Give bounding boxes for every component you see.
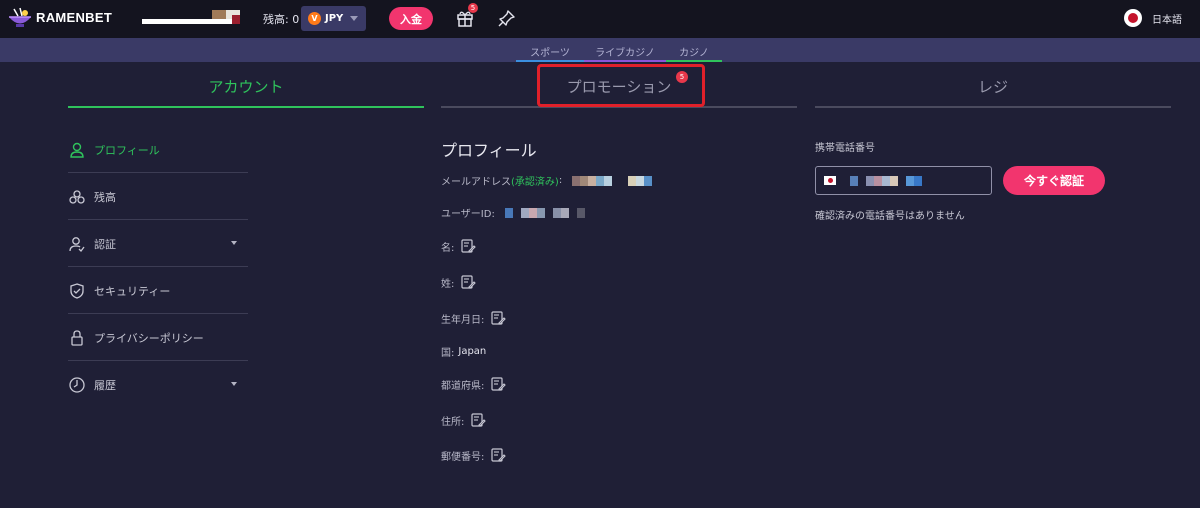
userid-label: ユーザーID:: [441, 209, 495, 220]
edit-icon[interactable]: [490, 310, 507, 326]
user-icon: [70, 142, 84, 158]
logo-text: RAMENBET: [36, 9, 113, 25]
email-redacted: [572, 175, 653, 186]
coins-icon: [69, 189, 85, 204]
prefecture-label: 都道府県:: [441, 380, 485, 392]
first-name-row: 名:: [441, 238, 477, 254]
address-label: 住所:: [441, 416, 465, 428]
category-nav: スポーツ ライブカジノ カジノ: [0, 38, 1200, 62]
sidebar-item-label: 認証: [94, 237, 116, 251]
last-name-row: 姓:: [441, 274, 477, 290]
logo[interactable]: RAMENBET: [6, 6, 112, 28]
japan-flag-icon: [824, 176, 836, 185]
history-icon: [69, 376, 85, 393]
birthdate-row: 生年月日:: [441, 310, 507, 326]
gift-badge: 5: [468, 3, 478, 13]
highlight-annotation: [537, 64, 705, 107]
phone-redacted: [850, 175, 922, 186]
lock-icon: [71, 329, 83, 346]
no-phone-message: 確認済みの電話番号はありません: [815, 211, 965, 222]
edit-icon[interactable]: [460, 238, 477, 254]
tab-account-label: アカウント: [208, 78, 284, 96]
postal-code-label: 郵便番号:: [441, 451, 485, 463]
username-redacted: [142, 10, 240, 24]
language-selector[interactable]: 日本語: [1124, 9, 1182, 27]
birthdate-label: 生年月日:: [441, 314, 485, 326]
prefecture-row: 都道府県:: [441, 376, 507, 392]
nav-casino[interactable]: カジノ: [666, 44, 722, 62]
email-row: メールアドレス (承認済み) :: [441, 173, 653, 188]
nav-sports[interactable]: スポーツ: [516, 44, 584, 62]
top-bar: RAMENBET 残高: 0 V JPY 入金 5 日本語: [0, 0, 1200, 38]
currency-selector[interactable]: V JPY: [301, 6, 366, 31]
sidebar-item-privacy-policy[interactable]: プライバシーポリシー: [68, 314, 248, 361]
edit-icon[interactable]: [490, 376, 507, 392]
sidebar-item-label: プライバシーポリシー: [94, 331, 204, 345]
sidebar-item-profile[interactable]: プロフィール: [68, 126, 248, 173]
japan-flag-icon: [1124, 9, 1142, 27]
tab-account[interactable]: アカウント: [68, 74, 424, 108]
sidebar-item-label: セキュリティー: [94, 284, 171, 298]
deposit-button[interactable]: 入金: [389, 7, 433, 30]
chevron-down-icon: [231, 241, 237, 245]
country-value: Japan: [458, 346, 487, 357]
sidebar-item-label: 残高: [94, 190, 116, 204]
edit-icon[interactable]: [460, 274, 477, 290]
email-status: (承認済み): [511, 177, 559, 188]
ramen-bowl-icon: [9, 7, 31, 27]
verification-icon: [69, 236, 85, 252]
language-label: 日本語: [1152, 14, 1182, 26]
pin-icon[interactable]: [497, 8, 517, 28]
edit-icon[interactable]: [490, 447, 507, 463]
chevron-down-icon: [350, 16, 359, 21]
email-label: メールアドレス: [441, 177, 511, 188]
sidebar-item-label: 履歴: [94, 378, 116, 392]
last-name-label: 姓:: [441, 278, 455, 290]
nav-live-casino-label: ライブカジノ: [595, 48, 655, 59]
address-row: 住所:: [441, 412, 487, 428]
userid-row: ユーザーID:: [441, 205, 585, 220]
country-row: 国: Japan: [441, 344, 486, 359]
userid-redacted: [504, 207, 585, 218]
profile-title: プロフィール: [441, 141, 537, 160]
sidebar-item-verification[interactable]: 認証: [68, 220, 248, 267]
email-colon: :: [558, 175, 563, 186]
nav-casino-label: カジノ: [679, 48, 709, 59]
chevron-down-icon: [231, 382, 237, 386]
postal-code-row: 郵便番号:: [441, 447, 507, 463]
currency-coin-icon: V: [308, 12, 321, 25]
country-label: 国:: [441, 348, 455, 359]
first-name-label: 名:: [441, 242, 455, 254]
verify-now-button[interactable]: 今すぐ認証: [1003, 166, 1105, 195]
shield-icon: [70, 282, 84, 299]
phone-input[interactable]: [815, 166, 992, 195]
sidebar-item-history[interactable]: 履歴: [68, 361, 248, 408]
nav-sports-label: スポーツ: [530, 48, 570, 59]
nav-live-casino[interactable]: ライブカジノ: [584, 44, 666, 62]
tab-register[interactable]: レジ: [815, 74, 1171, 108]
balance-label: 残高: 0: [263, 13, 300, 26]
currency-value: JPY: [325, 13, 344, 24]
phone-label: 携帯電話番号: [815, 143, 875, 154]
sidebar-item-security[interactable]: セキュリティー: [68, 267, 248, 314]
sidebar-item-label: プロフィール: [94, 143, 160, 157]
tab-register-label: レジ: [977, 78, 1008, 96]
sidebar-item-balance[interactable]: 残高: [68, 173, 248, 220]
edit-icon[interactable]: [470, 412, 487, 428]
